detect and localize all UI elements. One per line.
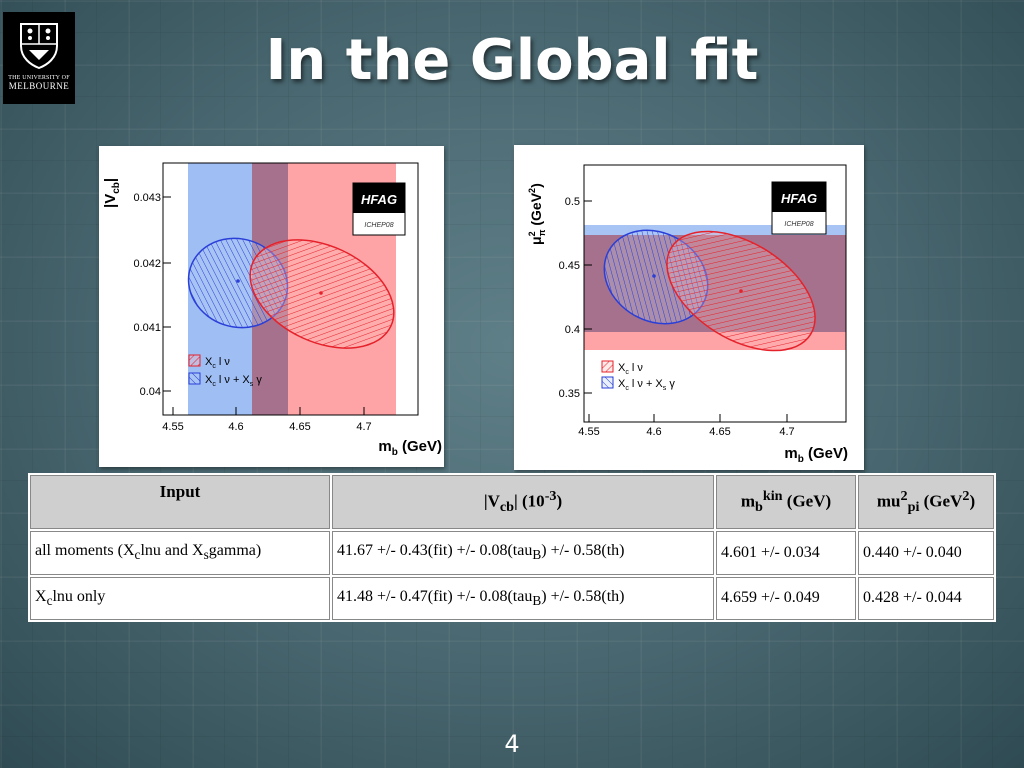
table-row: all moments (Xclnu and Xsgamma) 41.67 +/…	[30, 531, 994, 575]
header-vcb: |Vcb| (10-3)	[332, 475, 714, 530]
header-mb: mbkin (GeV)	[716, 475, 856, 530]
cell-mb: 4.601 +/- 0.034	[716, 531, 856, 575]
slide-title: In the Global fit	[265, 28, 759, 93]
cell-input: Xclnu only	[30, 576, 330, 620]
hfag-badge-title: HFAG	[781, 191, 817, 206]
y-tick-label: 0.45	[559, 260, 580, 272]
hfag-badge-sub: ICHEP08	[364, 222, 393, 229]
cell-input: all moments (Xclnu and Xsgamma)	[30, 531, 330, 575]
cell-mupi: 0.440 +/- 0.040	[858, 531, 994, 575]
x-tick-label: 4.6	[228, 421, 243, 433]
y-axis-label: μ2π (GeV2)	[527, 183, 547, 245]
table-row: Xclnu only 41.48 +/- 0.47(fit) +/- 0.08(…	[30, 576, 994, 620]
header-input: Input	[30, 475, 330, 530]
hfag-badge-title: HFAG	[361, 192, 397, 207]
legend-swatch-blue	[601, 376, 614, 389]
cell-vcb: 41.67 +/- 0.43(fit) +/- 0.08(tauB) +/- 0…	[332, 531, 714, 575]
legend-swatch-red	[188, 354, 201, 367]
blue-center-point	[236, 279, 240, 283]
y-tick-label: 0.5	[565, 196, 580, 208]
cell-vcb: 41.48 +/- 0.47(fit) +/- 0.08(tauB) +/- 0…	[332, 576, 714, 620]
y-tick-label: 0.4	[565, 324, 580, 336]
cell-mupi: 0.428 +/- 0.044	[858, 576, 994, 620]
legend-swatch-blue	[188, 372, 201, 385]
x-tick-label: 4.6	[646, 426, 661, 438]
page-number: 4	[504, 730, 520, 758]
x-axis-label: mb (GeV)	[378, 438, 442, 458]
red-center-point	[319, 291, 323, 295]
x-tick-label: 4.7	[356, 421, 371, 433]
results-table: Input |Vcb| (10-3) mbkin (GeV) mu2pi (Ge…	[28, 473, 996, 622]
x-tick-label: 4.65	[709, 426, 730, 438]
x-tick-label: 4.7	[779, 426, 794, 438]
header-mupi: mu2pi (GeV2)	[858, 475, 994, 530]
x-tick-label: 4.65	[289, 421, 310, 433]
red-center-point	[739, 289, 743, 293]
legend-label-1: Xc l ν	[618, 362, 643, 376]
x-axis-label: mb (GeV)	[784, 445, 848, 465]
y-tick-label: 0.042	[133, 258, 161, 270]
table-header-row: Input |Vcb| (10-3) mbkin (GeV) mu2pi (Ge…	[30, 475, 994, 530]
vcb-mb-plot: 4.55 4.6 4.65 4.7 0.04 0.041 0.042 0.043…	[99, 146, 444, 467]
y-tick-label: 0.041	[133, 322, 161, 334]
y-tick-label: 0.043	[133, 192, 161, 204]
legend-label-2: Xc l ν + Xs γ	[618, 378, 675, 392]
cell-mb: 4.659 +/- 0.049	[716, 576, 856, 620]
x-tick-label: 4.55	[578, 426, 599, 438]
mupi-mb-plot: 4.55 4.6 4.65 4.7 0.35 0.4 0.45 0.5 HFAG…	[514, 145, 864, 470]
x-tick-label: 4.55	[162, 421, 183, 433]
blue-center-point	[652, 274, 656, 278]
y-axis-label: |Vcb|	[102, 178, 122, 208]
legend-label-1: Xc l ν	[205, 356, 230, 370]
y-tick-label: 0.04	[140, 386, 161, 398]
hfag-badge-sub: ICHEP08	[784, 221, 813, 228]
legend-swatch-red	[601, 360, 614, 373]
y-tick-label: 0.35	[559, 388, 580, 400]
